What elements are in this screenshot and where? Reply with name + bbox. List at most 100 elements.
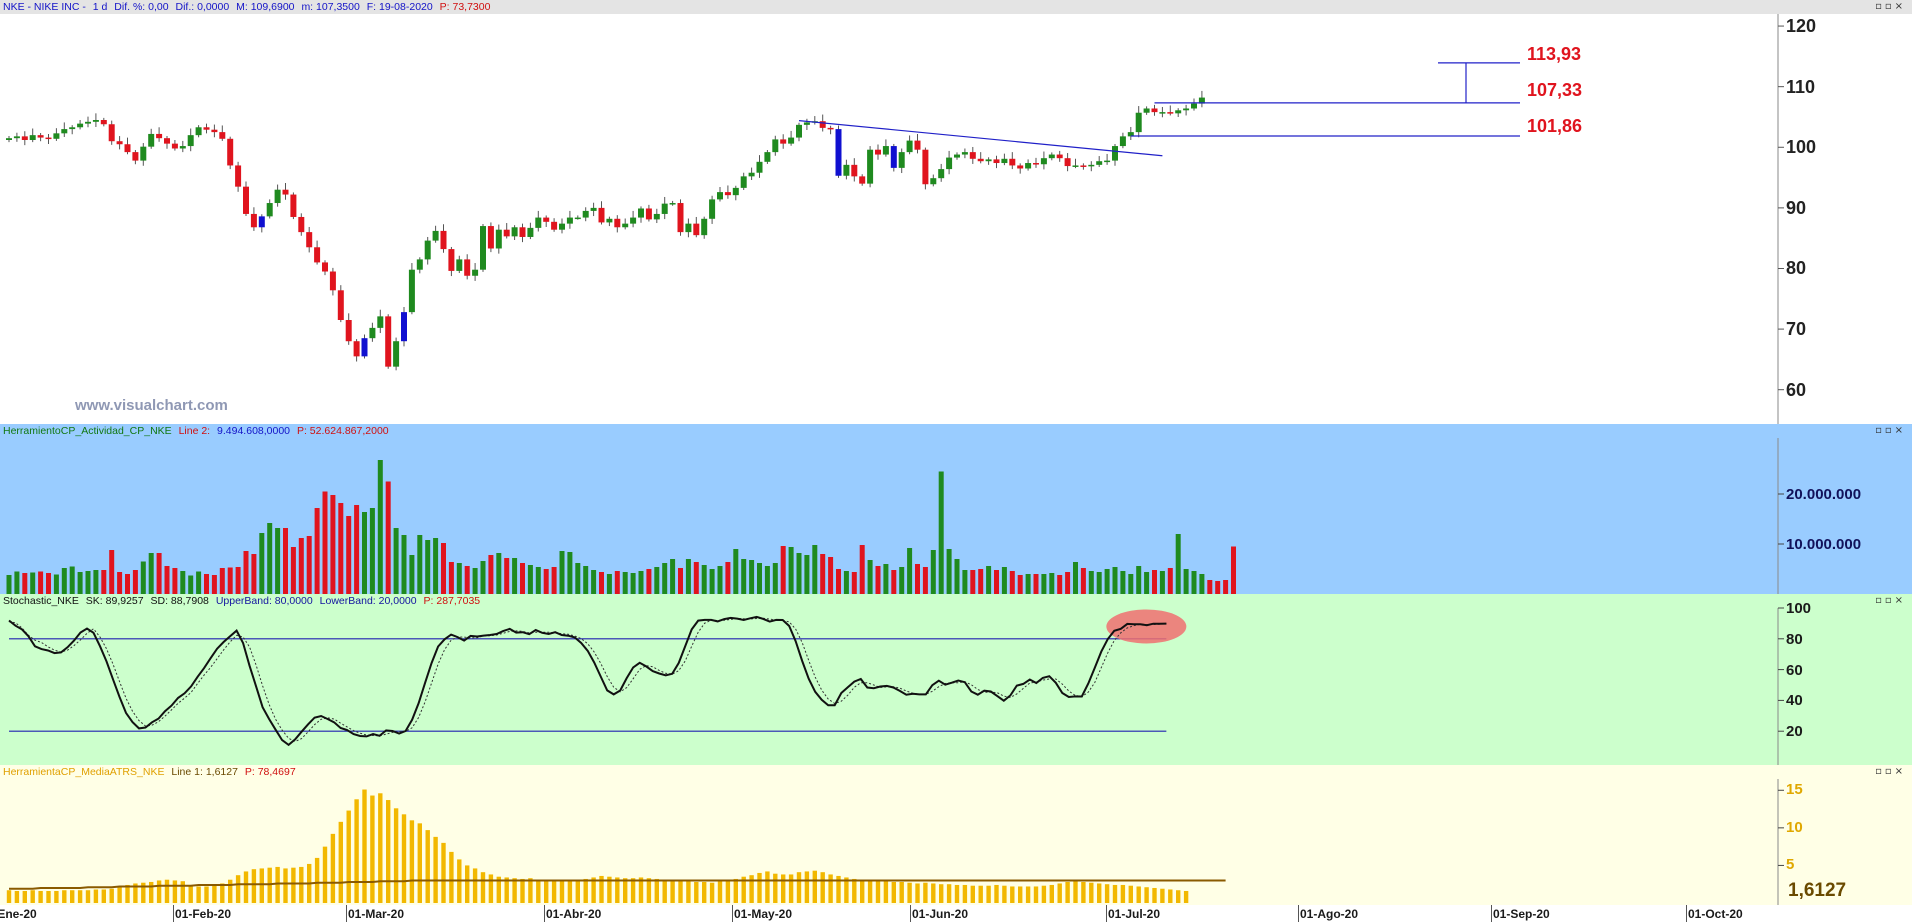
atr-bar xyxy=(425,830,430,903)
candle-body xyxy=(685,223,692,233)
atr-bar xyxy=(931,883,936,903)
volume-bar xyxy=(907,548,913,594)
volume-bar xyxy=(132,570,138,594)
volume-bar xyxy=(259,533,265,594)
x-axis: l-Ene-20 01-Feb-20 01-Mar-20 01-Abr-20 01-Ma… xyxy=(0,905,1912,922)
candle-body xyxy=(701,218,708,236)
atr-bar xyxy=(678,880,683,903)
volume-bar xyxy=(757,563,762,594)
atr-bar xyxy=(6,890,12,903)
candle-body xyxy=(503,229,510,237)
atr-bar xyxy=(251,869,257,903)
candle-body xyxy=(598,207,605,223)
atr-bar xyxy=(559,880,565,903)
volume-bar xyxy=(1231,546,1236,594)
atr-bar xyxy=(125,884,130,903)
stochastic-panel[interactable]: Stochastic_NKE SK: 89,9257 SD: 88,7908 U… xyxy=(0,594,1912,765)
atr-bar xyxy=(149,881,154,903)
y-tick-label: 60 xyxy=(1786,379,1807,400)
atr-bar xyxy=(1025,886,1031,903)
volume-bar xyxy=(978,569,984,594)
candle-body xyxy=(606,218,613,223)
volume-bar xyxy=(480,561,486,594)
atr-bar xyxy=(283,868,288,903)
candle-body xyxy=(740,176,747,188)
candle-body xyxy=(1167,112,1174,114)
stochastic-chart xyxy=(8,607,1784,765)
volume-bar xyxy=(30,572,36,594)
volume-bar xyxy=(1033,574,1039,594)
candle-body xyxy=(669,203,676,205)
watermark: www.visualchart.com xyxy=(75,397,228,414)
atr-bar xyxy=(709,882,715,903)
candle-body xyxy=(922,149,929,185)
candle-body xyxy=(472,269,479,276)
volume-bar xyxy=(362,512,367,594)
candle-body xyxy=(416,259,423,270)
volume-bar xyxy=(93,570,99,594)
atr-bar xyxy=(804,871,810,903)
candle-body xyxy=(906,140,913,153)
atr-bar xyxy=(852,878,857,903)
candle-body xyxy=(772,139,779,153)
atr-bar xyxy=(370,795,375,903)
trendline xyxy=(798,120,1163,157)
y-tick-label: 15 xyxy=(1786,781,1803,799)
candle-body xyxy=(369,327,376,339)
volume-bar xyxy=(725,562,731,594)
volume-bar xyxy=(583,566,589,594)
atr-bar xyxy=(172,880,178,903)
volume-bar xyxy=(693,562,699,594)
volume-bar xyxy=(425,540,431,594)
volume-bar xyxy=(1057,575,1063,594)
atr-panel[interactable]: HerramientaCP_MediaATRS_NKE Line 1: 1,61… xyxy=(0,765,1912,905)
volume-bar xyxy=(891,570,897,594)
candle-body xyxy=(622,223,629,228)
volume-bar xyxy=(464,566,470,594)
volume-bar xyxy=(417,535,423,594)
candle-body xyxy=(464,259,471,276)
candle-body xyxy=(1191,103,1197,109)
atr-bar xyxy=(1089,882,1094,903)
candle-body xyxy=(1080,165,1087,167)
volume-bar xyxy=(559,551,565,594)
atr-bar xyxy=(164,879,170,903)
y-tick-label: 120 xyxy=(1786,16,1817,37)
atr-bar xyxy=(1073,881,1078,903)
atr-bar xyxy=(986,885,991,903)
volume-bar xyxy=(1183,569,1189,594)
volume-bar xyxy=(322,491,328,594)
y-tick-label: 10 xyxy=(1786,818,1803,836)
atr-bar xyxy=(338,821,343,903)
volume-bar xyxy=(614,571,620,594)
atr-bar xyxy=(1104,884,1110,903)
atr-bar xyxy=(70,890,75,903)
volume-bar xyxy=(638,571,644,594)
atr-bar xyxy=(551,879,557,903)
candle-body xyxy=(827,127,834,130)
volume-bar xyxy=(164,566,170,594)
atr-bar xyxy=(472,868,478,903)
volume-bar xyxy=(346,516,352,594)
volume-bar xyxy=(820,554,826,594)
volume-bar xyxy=(749,560,755,594)
volume-panel[interactable]: HerramientoCP_Actividad_CP_NKE Line 2: 9… xyxy=(0,424,1912,594)
candle-body xyxy=(432,230,439,241)
atr-bar xyxy=(923,882,928,903)
volume-bar xyxy=(1136,566,1142,594)
atr-bar xyxy=(22,890,27,903)
volume-bar xyxy=(22,573,28,594)
candle-body xyxy=(148,133,155,147)
volume-bar xyxy=(994,570,999,594)
candle-body xyxy=(1175,110,1182,114)
candle-body xyxy=(1009,158,1016,166)
volume-bar xyxy=(701,565,707,594)
candle-body xyxy=(13,136,20,139)
volume-bar xyxy=(1167,568,1173,594)
atr-bar xyxy=(994,884,999,903)
volume-bar xyxy=(1104,569,1110,594)
price-panel[interactable]: NKE - NIKE INC - 1 d Dif. %: 0,00 Dif.: … xyxy=(0,0,1912,424)
candle-body xyxy=(1112,146,1118,161)
atr-bar xyxy=(465,865,470,903)
volume-bar xyxy=(1096,572,1102,594)
